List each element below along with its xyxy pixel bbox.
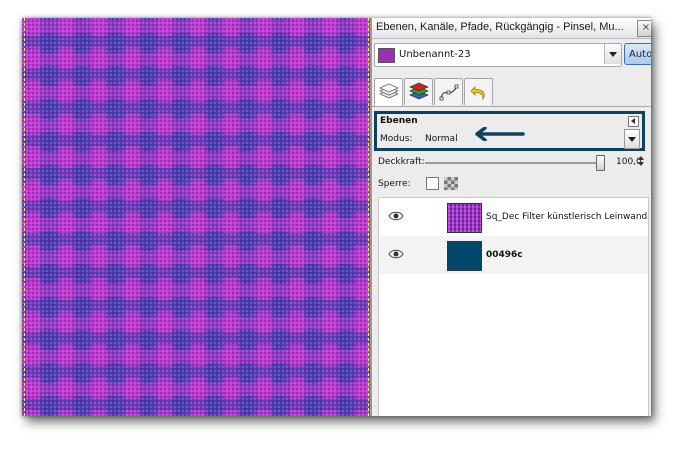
- channels-icon: [408, 82, 429, 100]
- opacity-slider-handle[interactable]: [596, 155, 605, 171]
- eye-icon[interactable]: [388, 248, 404, 260]
- configure-tab-icon[interactable]: [628, 116, 639, 127]
- opacity-slider-track[interactable]: [425, 162, 599, 164]
- canvas-boundary-left: [24, 18, 26, 416]
- lock-label: Sperre:: [378, 179, 411, 189]
- layer-row[interactable]: 00496c: [379, 236, 648, 274]
- chevron-down-icon[interactable]: [624, 129, 640, 149]
- chevron-down-icon[interactable]: [604, 44, 621, 64]
- dock-panel: Ebenen, Kanäle, Pfade, Rückgängig - Pins…: [372, 18, 651, 416]
- opacity-spinner[interactable]: [636, 155, 646, 169]
- spin-up-icon[interactable]: [638, 156, 644, 160]
- paths-icon: [439, 84, 458, 101]
- tabs-separator: [372, 106, 651, 107]
- dock-title: Ebenen, Kanäle, Pfade, Rückgängig - Pins…: [376, 21, 624, 33]
- mode-select[interactable]: Normal: [425, 134, 458, 144]
- undo-icon: [469, 86, 485, 101]
- image-selector-label: Unbenannt-23: [399, 49, 471, 60]
- opacity-row: Deckkraft: 100,0: [378, 155, 651, 171]
- lock-pixels-checkbox[interactable]: [426, 177, 439, 190]
- spin-down-icon[interactable]: [638, 162, 644, 166]
- tab-undo[interactable]: [464, 78, 493, 105]
- image-swatch: [378, 48, 395, 63]
- image-selector-row: Unbenannt-23 Auto: [374, 41, 651, 67]
- lock-row: Sperre:: [378, 177, 651, 193]
- eye-icon[interactable]: [388, 210, 404, 222]
- dock-titlebar: Ebenen, Kanäle, Pfade, Rückgängig - Pins…: [372, 18, 651, 39]
- image-canvas[interactable]: [22, 18, 370, 416]
- layer-name[interactable]: Sq_Dec Filter künstlerisch Leinwand: [486, 212, 647, 222]
- tab-paths[interactable]: [434, 78, 463, 105]
- opacity-label: Deckkraft:: [378, 157, 425, 167]
- layer-name[interactable]: 00496c: [486, 250, 523, 260]
- layer-row[interactable]: Sq_Dec Filter künstlerisch Leinwand: [379, 198, 648, 236]
- layer-thumbnail: [447, 241, 482, 271]
- panel-title: Ebenen: [380, 116, 418, 126]
- tab-layers[interactable]: [374, 78, 403, 107]
- lock-alpha-icon[interactable]: [444, 177, 458, 190]
- layer-thumbnail: [447, 203, 482, 233]
- auto-button[interactable]: Auto: [624, 43, 651, 65]
- canvas-pattern: [22, 18, 370, 416]
- layers-mode-highlight: Ebenen Modus: Normal: [374, 111, 645, 151]
- tab-channels[interactable]: [404, 78, 433, 105]
- mode-label: Modus:: [380, 134, 413, 144]
- image-selector[interactable]: Unbenannt-23: [374, 43, 622, 67]
- layers-list: Sq_Dec Filter künstlerisch Leinwand 0049…: [378, 197, 649, 416]
- layers-icon: [378, 83, 399, 99]
- annotation-arrow-icon: [475, 127, 525, 141]
- close-icon[interactable]: ×: [637, 20, 651, 37]
